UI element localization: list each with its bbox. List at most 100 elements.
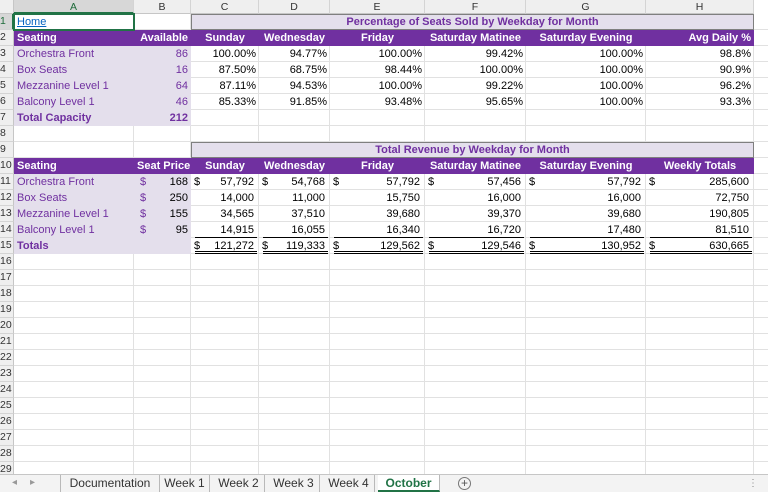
table1-cell-r1-c7[interactable]: 90.9% [646,62,754,78]
row-header-22[interactable]: 22 [0,350,14,366]
table1-header-0[interactable]: Seating [14,30,134,46]
table2-seating-2[interactable]: Mezzanine Level 1 [14,206,134,222]
row-header-16[interactable]: 16 [0,254,14,270]
table1-cell-r2-c6[interactable]: 100.00% [526,78,646,94]
table1-cell-r3-c4[interactable]: 93.48% [330,94,425,110]
table2-cell-r3-c2[interactable]: 14,915 [195,222,257,238]
table2-cell-r3-c3[interactable]: 16,055 [263,222,328,238]
table1-cell-r1-c4[interactable]: 98.44% [330,62,425,78]
row-header-10[interactable]: 10 [0,158,14,174]
table2-cell-r2-c3[interactable]: 37,510 [263,206,328,222]
table2-cell-r0-c4[interactable]: 57,792 [334,174,423,190]
table2-price-1[interactable]: 250 [154,190,191,206]
table2-header-3[interactable]: Wednesday [259,158,330,174]
table1-cell-r0-c5[interactable]: 99.42% [425,46,526,62]
table1-cell-r3-c1[interactable]: 46 [134,94,191,110]
table2-header-5[interactable]: Saturday Matinee [425,158,526,174]
table2-price-0[interactable]: 168 [154,174,191,190]
sheet-tab-week-1[interactable]: Week 1 [160,475,210,492]
table1-cell-r2-c7[interactable]: 96.2% [646,78,754,94]
row-header-1[interactable]: 1 [0,14,14,30]
table2-seating-1[interactable]: Box Seats [14,190,134,206]
spreadsheet-grid[interactable]: A B C D E F G H 1 2 3 4 5 6 7 8 9 10 11 12 13 14 15 16 17 18 19 20 2… [0,0,768,474]
table1-cell-r2-c4[interactable]: 100.00% [330,78,425,94]
row-header-12[interactable]: 12 [0,190,14,206]
table1-cell-r1-c5[interactable]: 100.00% [425,62,526,78]
table2-cell-r0-c6[interactable]: 57,792 [530,174,644,190]
table1-cell-r1-c1[interactable]: 16 [134,62,191,78]
table1-total-value[interactable]: 212 [134,110,191,126]
row-header-28[interactable]: 28 [0,446,14,462]
table2-cell-r1-c4[interactable]: 15,750 [334,190,423,206]
table1-cell-r0-c0[interactable]: Orchestra Front [14,46,134,62]
table1-cell-r0-c1[interactable]: 86 [134,46,191,62]
table2-total-4[interactable]: 130,952 [530,238,644,254]
table1-header-1[interactable]: Available [134,30,191,46]
add-sheet-icon[interactable]: + [458,477,471,490]
column-header-g[interactable]: G [526,0,646,14]
table2-cell-r1-c2[interactable]: 14,000 [195,190,257,206]
row-header-21[interactable]: 21 [0,334,14,350]
table2-cell-r3-c6[interactable]: 17,480 [530,222,644,238]
row-header-26[interactable]: 26 [0,414,14,430]
table2-total-2[interactable]: 129,562 [334,238,423,254]
column-header-h[interactable]: H [646,0,754,14]
table1-cell-r0-c4[interactable]: 100.00% [330,46,425,62]
row-header-25[interactable]: 25 [0,398,14,414]
table2-price-3[interactable]: 95 [154,222,191,238]
table2-cell-r3-c7[interactable]: 81,510 [650,222,752,238]
table1-cell-r3-c7[interactable]: 93.3% [646,94,754,110]
table1-cell-r3-c2[interactable]: 85.33% [191,94,259,110]
table2-total-blank[interactable] [134,238,191,254]
table2-total-3[interactable]: 129,546 [429,238,524,254]
column-header-f[interactable]: F [425,0,526,14]
table2-cell-r3-c4[interactable]: 16,340 [334,222,423,238]
sheet-tab-october[interactable]: October [378,475,440,492]
table2-seating-0[interactable]: Orchestra Front [14,174,134,190]
table1-cell-r0-c3[interactable]: 94.77% [259,46,330,62]
tab-scroll-left-icon[interactable]: ◂ [12,475,17,492]
sheet-tab-week-4[interactable]: Week 4 [323,475,375,492]
table2-total-label[interactable]: Totals [14,238,134,254]
row-header-17[interactable]: 17 [0,270,14,286]
table2-header-7[interactable]: Weekly Totals [646,158,754,174]
table2-header-4[interactable]: Friday [330,158,425,174]
row-header-20[interactable]: 20 [0,318,14,334]
table2-cell-r1-c5[interactable]: 16,000 [429,190,524,206]
row-header-15[interactable]: 15 [0,238,14,254]
table1-cell-r1-c3[interactable]: 68.75% [259,62,330,78]
table1-cell-r3-c6[interactable]: 100.00% [526,94,646,110]
table1-cell-r2-c0[interactable]: Mezzanine Level 1 [14,78,134,94]
table1-cell-r3-c5[interactable]: 95.65% [425,94,526,110]
column-header-c[interactable]: C [191,0,259,14]
row-header-11[interactable]: 11 [0,174,14,190]
column-header-a[interactable]: A [14,0,134,14]
row-header-8[interactable]: 8 [0,126,14,142]
row-header-4[interactable]: 4 [0,62,14,78]
table2-cell-r1-c3[interactable]: 11,000 [263,190,328,206]
table2-total-1[interactable]: 119,333 [263,238,328,254]
table2-cell-r2-c4[interactable]: 39,680 [334,206,423,222]
row-header-18[interactable]: 18 [0,286,14,302]
row-header-3[interactable]: 3 [0,46,14,62]
table1-header-2[interactable]: Sunday [191,30,259,46]
table1-header-6[interactable]: Saturday Evening [526,30,646,46]
table2-total-0[interactable]: 121,272 [195,238,257,254]
table1-cell-r1-c6[interactable]: 100.00% [526,62,646,78]
table2-cell-r3-c5[interactable]: 16,720 [429,222,524,238]
table2-price-2[interactable]: 155 [154,206,191,222]
table1-cell-r2-c3[interactable]: 94.53% [259,78,330,94]
table1-title[interactable]: Percentage of Seats Sold by Weekday for … [191,14,754,30]
table2-title[interactable]: Total Revenue by Weekday for Month [191,142,754,158]
row-header-23[interactable]: 23 [0,366,14,382]
table1-header-5[interactable]: Saturday Matinee [425,30,526,46]
table2-cell-r0-c2[interactable]: 57,792 [195,174,257,190]
table1-cell-r0-c6[interactable]: 100.00% [526,46,646,62]
table1-header-4[interactable]: Friday [330,30,425,46]
column-header-d[interactable]: D [259,0,330,14]
sheet-tab-week-3[interactable]: Week 3 [268,475,320,492]
column-header-e[interactable]: E [330,0,425,14]
row-header-6[interactable]: 6 [0,94,14,110]
table2-cell-r2-c2[interactable]: 34,565 [195,206,257,222]
table2-cell-r1-c6[interactable]: 16,000 [530,190,644,206]
